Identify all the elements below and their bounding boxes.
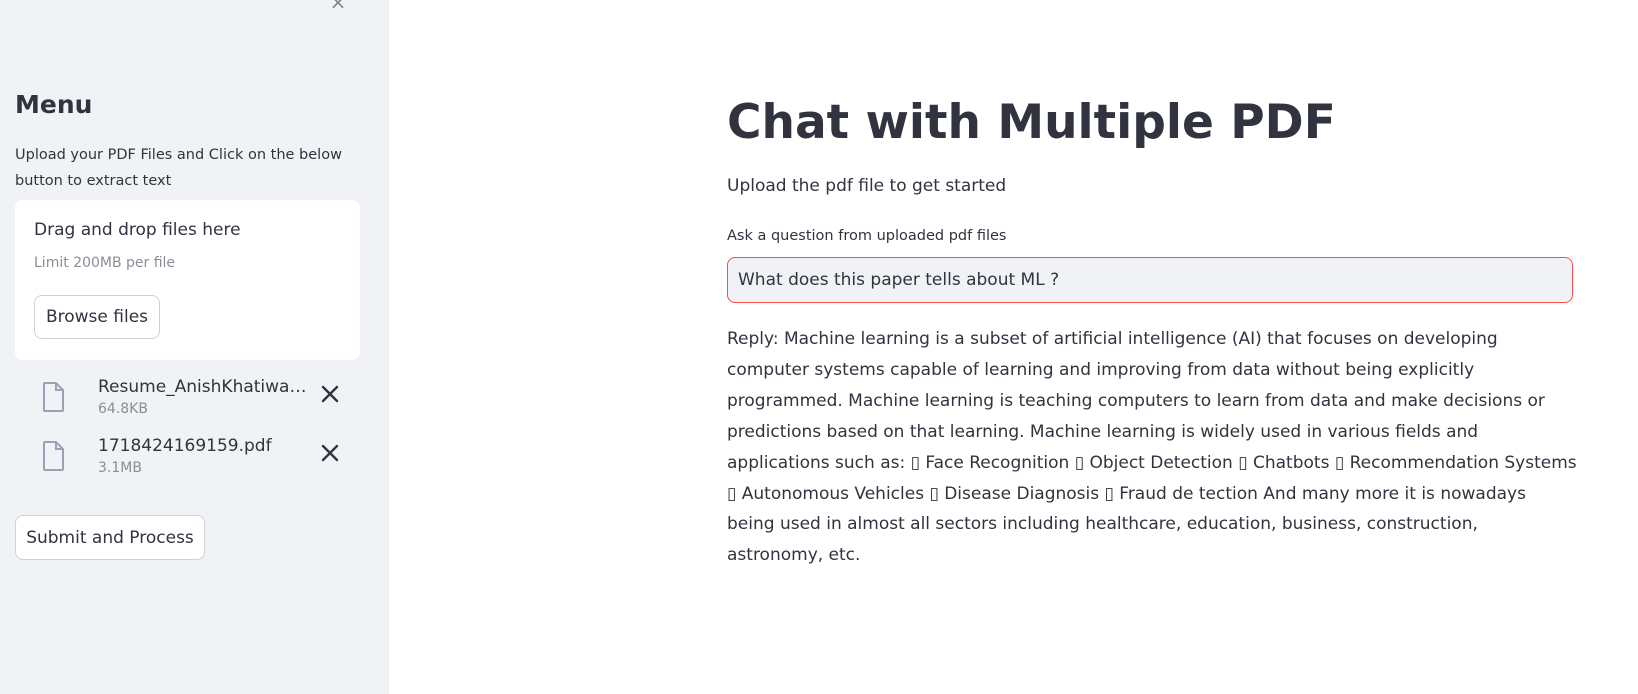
file-icon (43, 382, 64, 412)
sidebar-title: Menu (15, 90, 93, 119)
remove-file-icon[interactable] (318, 441, 342, 465)
file-name: 1718424169159.pdf (98, 436, 272, 456)
dropzone-title: Drag and drop files here (34, 220, 241, 240)
reply-text: Reply: Machine learning is a subset of a… (727, 329, 1577, 566)
uploaded-file-item: 1718424169159.pdf 3.1MB (40, 435, 360, 483)
sidebar: × Menu Upload your PDF Files and Click o… (0, 0, 389, 694)
close-icon[interactable]: × (328, 0, 348, 12)
dropzone-limit: Limit 200MB per file (34, 255, 176, 271)
uploaded-file-item: Resume_AnishKhatiwada.pdf 64.8KB (40, 376, 360, 424)
page-title: Chat with Multiple PDF (727, 95, 1336, 150)
question-input[interactable] (727, 257, 1573, 303)
submit-and-process-button[interactable]: Submit and Process (15, 515, 205, 560)
page-subtitle: Upload the pdf file to get started (727, 176, 1007, 196)
file-icon (43, 441, 64, 471)
remove-file-icon[interactable] (318, 382, 342, 406)
file-name: Resume_AnishKhatiwada.pdf (98, 377, 313, 397)
file-dropzone[interactable]: Drag and drop files here Limit 200MB per… (15, 200, 360, 360)
sidebar-description: Upload your PDF Files and Click on the b… (15, 147, 342, 189)
file-size: 64.8KB (98, 401, 148, 417)
browse-files-button[interactable]: Browse files (34, 295, 160, 339)
app: × Menu Upload your PDF Files and Click o… (0, 0, 1638, 694)
question-label: Ask a question from uploaded pdf files (727, 228, 1007, 244)
file-size: 3.1MB (98, 460, 142, 476)
